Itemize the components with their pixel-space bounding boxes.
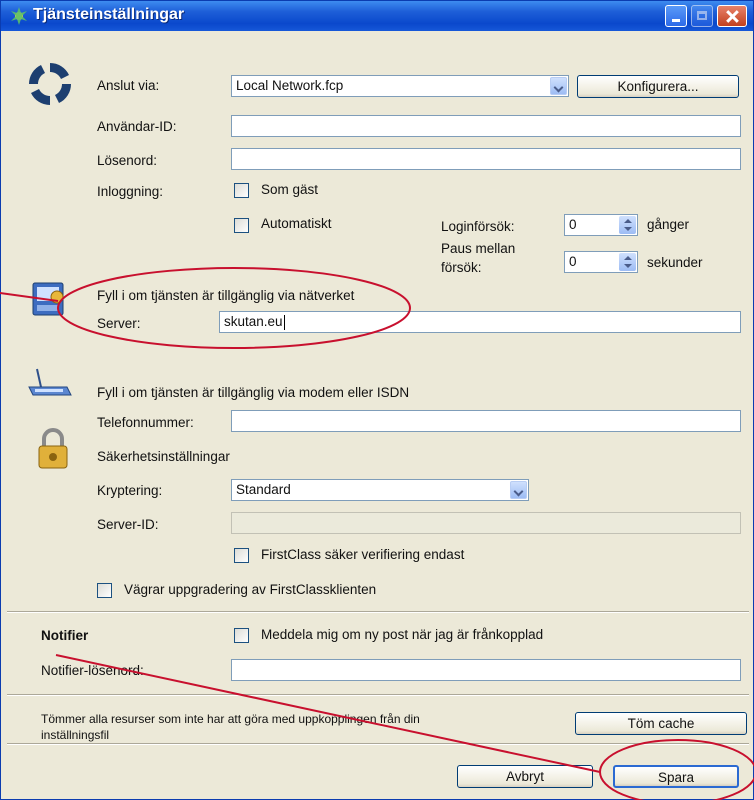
save-button[interactable]: Spara [613,765,739,788]
modem-heading: Fyll i om tjänsten är tillgänglig via mo… [97,385,410,400]
automatic-checkbox-label: Automatiskt [261,216,332,231]
modem-icon [28,368,72,396]
cancel-button[interactable]: Avbryt [457,765,593,788]
notifier-heading: Notifier [41,628,89,643]
pause-value: 0 [569,254,577,269]
refuse-upgrade-checkbox[interactable] [97,583,112,598]
refuse-upgrade-label: Vägrar uppgradering av FirstClasskliente… [124,582,377,597]
secure-verify-label: FirstClass säker verifiering endast [261,547,465,562]
server-value: skutan.eu [224,314,283,329]
server-label: Server: [97,316,141,331]
title-bar[interactable]: Tjänsteinställningar [1,1,753,31]
minimize-button[interactable] [665,5,687,27]
login-attempts-unit: gånger [647,217,690,232]
server-input[interactable]: skutan.eu [219,311,741,333]
login-label: Inloggning: [97,184,164,199]
text-cursor [283,314,285,330]
notify-label: Meddela mig om ny post när jag är frånko… [261,627,544,642]
clear-cache-button[interactable]: Töm cache [575,712,747,735]
automatic-checkbox[interactable] [234,218,249,233]
separator-3 [7,743,749,745]
pause-label-line1: Paus mellan [441,241,516,256]
notify-checkbox[interactable] [234,628,249,643]
phone-input[interactable] [231,410,741,432]
login-attempts-value: 0 [569,217,577,232]
service-settings-dialog: Tjänsteinställningar Anslut via: Local N… [0,0,754,800]
window-title: Tjänsteinställningar [33,6,185,23]
separator-1 [7,611,749,613]
chevron-down-icon[interactable] [510,481,527,499]
separator-2 [7,694,749,696]
secure-verify-checkbox[interactable] [234,548,249,563]
encryption-value: Standard [236,482,291,497]
maximize-button[interactable] [691,5,713,27]
encryption-label: Kryptering: [97,483,163,498]
server-id-input[interactable] [231,512,741,534]
spin-arrows-icon[interactable] [619,216,636,234]
guest-checkbox-label: Som gäst [261,182,319,197]
user-id-input[interactable] [231,115,741,137]
cache-text-line1: Tömmer alla resurser som inte har att gö… [41,712,420,726]
notifier-password-input[interactable] [231,659,741,681]
cache-text-line2: inställningsfil [41,728,110,742]
connect-via-select[interactable]: Local Network.fcp [231,75,569,97]
phone-label: Telefonnummer: [97,415,194,430]
connect-via-label: Anslut via: [97,78,160,93]
pause-label-line2: försök: [441,260,482,275]
chevron-down-icon[interactable] [550,77,567,95]
app-icon [11,7,27,25]
pause-stepper[interactable]: 0 [564,251,638,273]
padlock-icon [38,428,68,469]
close-button[interactable] [717,5,747,27]
configure-button[interactable]: Konfigurera... [577,75,739,98]
network-heading: Fyll i om tjänsten är tillgänglig via nä… [97,288,355,303]
security-heading: Säkerhetsinställningar [97,449,230,464]
connect-via-value: Local Network.fcp [236,78,344,93]
network-computer-icon [32,282,64,316]
network-logo-icon [28,62,72,106]
login-attempts-label: Loginförsök: [441,219,515,234]
encryption-select[interactable]: Standard [231,479,529,501]
notifier-password-label: Notifier-lösenord: [41,663,144,678]
login-attempts-stepper[interactable]: 0 [564,214,638,236]
password-input[interactable] [231,148,741,170]
password-label: Lösenord: [97,153,158,168]
pause-unit: sekunder [647,255,703,270]
user-id-label: Användar-ID: [97,119,177,134]
guest-checkbox[interactable] [234,183,249,198]
spin-arrows-icon[interactable] [619,253,636,271]
server-id-label: Server-ID: [97,517,159,532]
